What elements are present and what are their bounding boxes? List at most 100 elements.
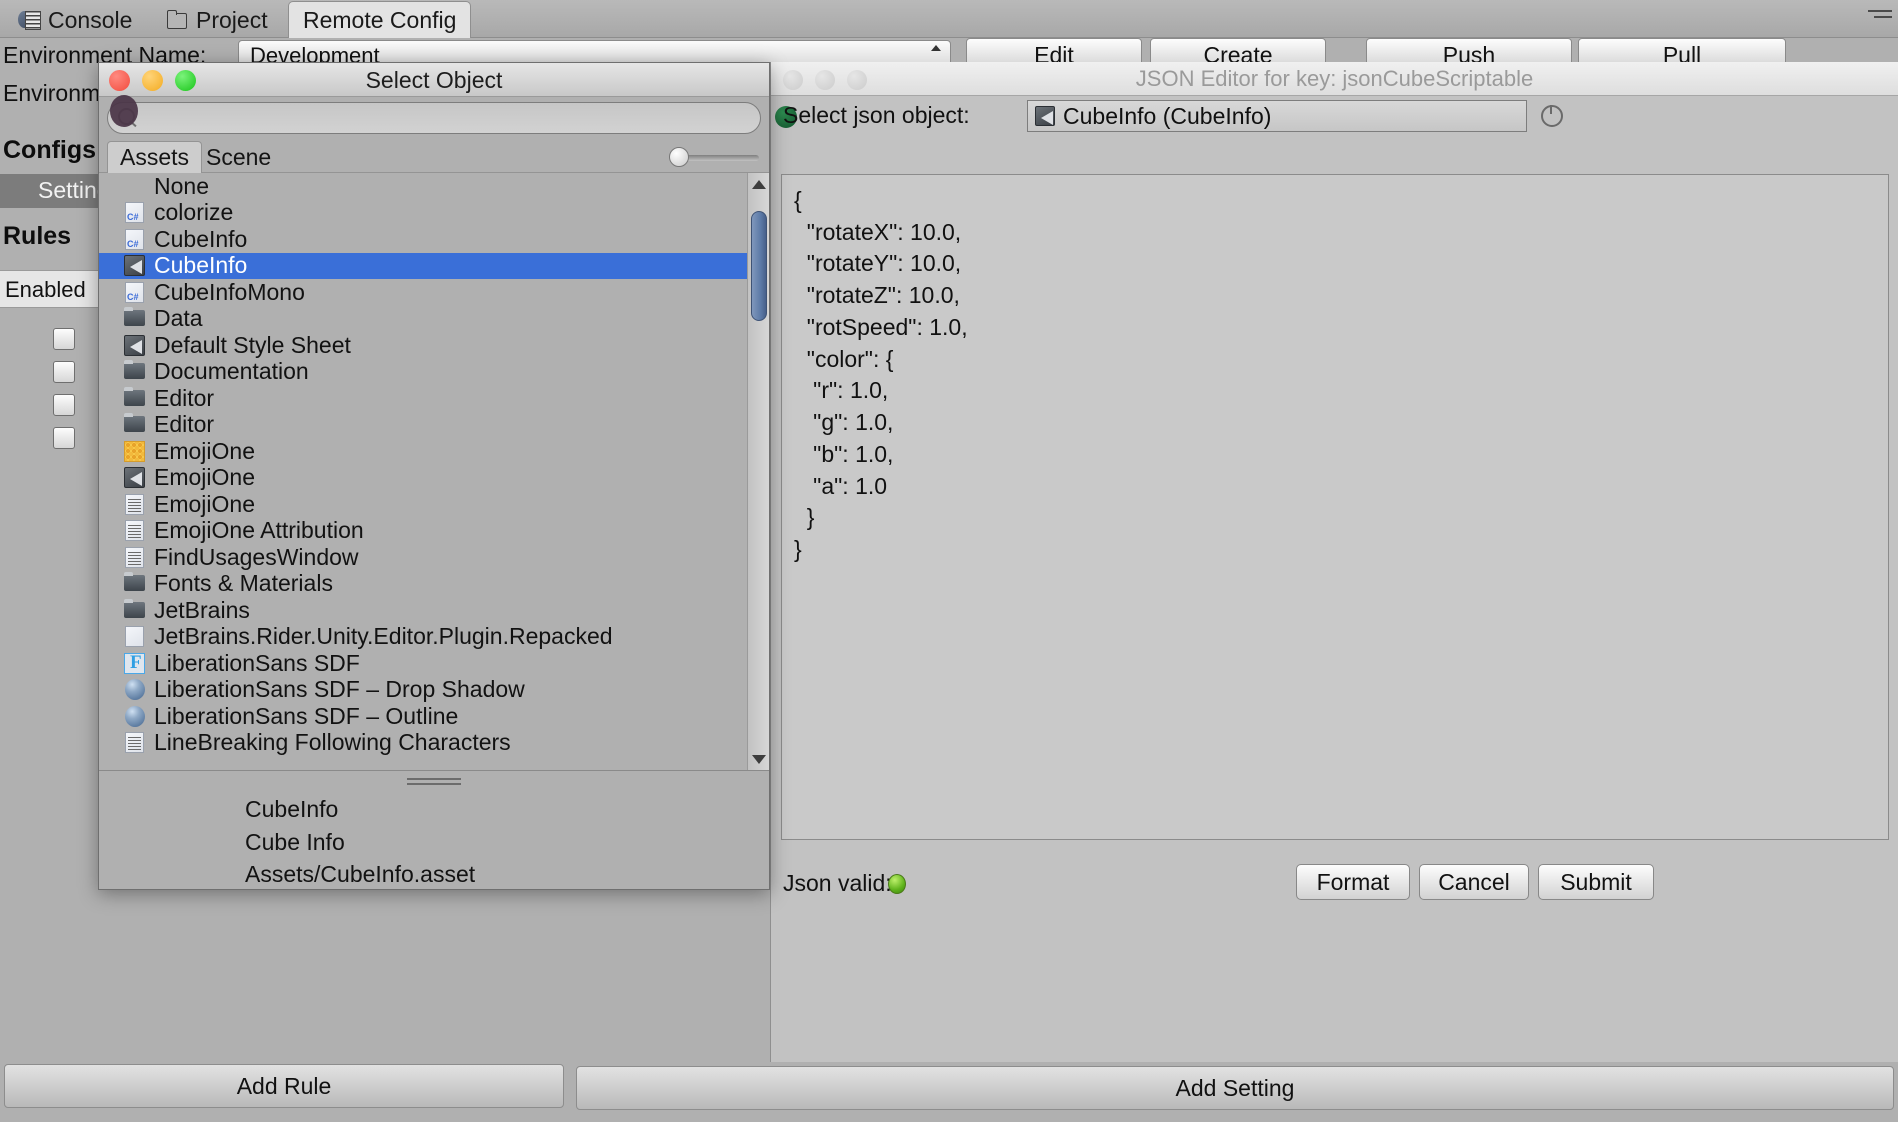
- list-item-label: LineBreaking Following Characters: [154, 729, 511, 756]
- json-content-textarea[interactable]: { "rotateX": 10.0, "rotateY": 10.0, "rot…: [781, 174, 1889, 840]
- tab-remote-config-label: Remote Config: [303, 7, 456, 34]
- rules-table-header: Enabled: [0, 270, 98, 308]
- cancel-button[interactable]: Cancel: [1419, 864, 1529, 900]
- list-item[interactable]: JetBrains: [99, 597, 747, 624]
- list-item[interactable]: colorize: [99, 200, 747, 227]
- list-item[interactable]: EmojiOne Attribution: [99, 518, 747, 545]
- list-item[interactable]: EmojiOne: [99, 491, 747, 518]
- tab-remote-config[interactable]: Remote Config: [288, 1, 471, 38]
- list-item[interactable]: LiberationSans SDF: [99, 650, 747, 677]
- list-item[interactable]: EmojiOne: [99, 438, 747, 465]
- folder-icon: [123, 387, 146, 410]
- scrollbar-thumb[interactable]: [751, 211, 767, 321]
- tab-assets[interactable]: Assets: [107, 141, 202, 173]
- list-item[interactable]: LiberationSans SDF – Drop Shadow: [99, 677, 747, 704]
- csharp-script-icon: [123, 228, 146, 251]
- asset-list[interactable]: NonecolorizeCubeInfoCubeInfoCubeInfoMono…: [99, 173, 747, 770]
- list-item[interactable]: CubeInfo: [99, 226, 747, 253]
- table-row[interactable]: [0, 357, 98, 389]
- rule-enabled-checkbox[interactable]: [53, 394, 75, 416]
- text-file-icon: [123, 546, 146, 569]
- resize-grip-icon[interactable]: [407, 778, 461, 786]
- tab-project-label: Project: [196, 7, 268, 34]
- select-object-titlebar: Select Object: [99, 63, 769, 97]
- add-rule-button[interactable]: Add Rule: [4, 1064, 564, 1108]
- preview-details: CubeInfo Cube Info Assets/CubeInfo.asset: [245, 793, 475, 890]
- list-item-label: EmojiOne Attribution: [154, 517, 364, 544]
- slider-knob[interactable]: [669, 147, 689, 167]
- folder-icon: [166, 9, 188, 31]
- json-valid-status-led: [888, 874, 906, 894]
- rule-enabled-checkbox[interactable]: [53, 427, 75, 449]
- tab-scene[interactable]: Scene: [194, 141, 283, 173]
- search-input[interactable]: [107, 102, 761, 134]
- rule-enabled-checkbox[interactable]: [53, 328, 75, 350]
- list-item[interactable]: Documentation: [99, 359, 747, 386]
- mouse-cursor: [110, 95, 138, 127]
- preview-asset-type: Cube Info: [245, 826, 475, 859]
- tab-assets-label: Assets: [120, 144, 189, 171]
- thumbnail-size-slider[interactable]: [669, 147, 759, 167]
- scroll-down-arrow-icon[interactable]: [748, 749, 769, 769]
- tab-console-label: Console: [48, 7, 132, 34]
- list-item[interactable]: LiberationSans SDF – Outline: [99, 703, 747, 730]
- scroll-up-arrow-icon[interactable]: [748, 174, 769, 194]
- unity-asset-icon: [123, 466, 146, 489]
- asset-scene-tabs: Assets Scene: [99, 141, 769, 173]
- rule-enabled-checkbox[interactable]: [53, 361, 75, 383]
- table-row[interactable]: [0, 423, 98, 455]
- list-item-label: EmojiOne: [154, 438, 255, 465]
- list-item[interactable]: Editor: [99, 412, 747, 439]
- list-item[interactable]: LineBreaking Following Characters: [99, 730, 747, 757]
- list-item[interactable]: Data: [99, 306, 747, 333]
- list-item[interactable]: EmojiOne: [99, 465, 747, 492]
- text-file-icon: [123, 519, 146, 542]
- list-item[interactable]: Default Style Sheet: [99, 332, 747, 359]
- list-item[interactable]: CubeInfoMono: [99, 279, 747, 306]
- add-setting-button[interactable]: Add Setting: [576, 1066, 1894, 1110]
- list-item[interactable]: JetBrains.Rider.Unity.Editor.Plugin.Repa…: [99, 624, 747, 651]
- list-item-label: Editor: [154, 411, 214, 438]
- json-editor-titlebar: JSON Editor for key: jsonCubeScriptable: [771, 62, 1898, 96]
- list-item-label: FindUsagesWindow: [154, 544, 359, 571]
- settings-row[interactable]: Settings: [0, 174, 98, 208]
- material-icon: [123, 705, 146, 728]
- table-row[interactable]: [0, 324, 98, 356]
- list-item-label: Data: [154, 305, 203, 332]
- select-json-object-label: Select json object:: [783, 102, 970, 129]
- json-editor-title: JSON Editor for key: jsonCubeScriptable: [771, 66, 1898, 92]
- json-object-field[interactable]: CubeInfo (CubeInfo): [1027, 100, 1527, 132]
- unity-asset-icon: [123, 254, 146, 277]
- list-item-label: LiberationSans SDF – Outline: [154, 703, 458, 730]
- tab-console[interactable]: Console: [4, 2, 146, 38]
- folder-icon: [123, 360, 146, 383]
- folder-icon: [123, 307, 146, 330]
- csharp-script-icon: [123, 281, 146, 304]
- list-item-label: EmojiOne: [154, 491, 255, 518]
- search-row: [99, 97, 769, 139]
- list-item[interactable]: Editor: [99, 385, 747, 412]
- asset-list-container: NonecolorizeCubeInfoCubeInfoCubeInfoMono…: [99, 173, 769, 771]
- clear-circle-icon[interactable]: [1541, 105, 1563, 127]
- folder-icon: [123, 413, 146, 436]
- hamburger-menu-icon[interactable]: [1868, 10, 1892, 26]
- format-button[interactable]: Format: [1296, 864, 1410, 900]
- list-item[interactable]: Fonts & Materials: [99, 571, 747, 598]
- list-item-label: CubeInfo: [154, 252, 247, 279]
- submit-button[interactable]: Submit: [1538, 864, 1654, 900]
- text-file-icon: [123, 731, 146, 754]
- list-item[interactable]: None: [99, 173, 747, 200]
- list-item[interactable]: CubeInfo: [99, 253, 747, 280]
- asset-list-scrollbar[interactable]: [747, 173, 769, 770]
- tab-project[interactable]: Project: [152, 2, 282, 38]
- table-row[interactable]: [0, 390, 98, 422]
- list-item-label: EmojiOne: [154, 464, 255, 491]
- material-icon: [123, 678, 146, 701]
- list-item-label: Fonts & Materials: [154, 570, 333, 597]
- asset-preview-pane: CubeInfo Cube Info Assets/CubeInfo.asset: [99, 771, 769, 890]
- json-editor-footer: Json valid: Format Cancel Submit: [771, 852, 1898, 948]
- plain-file-icon: [123, 625, 146, 648]
- list-item[interactable]: FindUsagesWindow: [99, 544, 747, 571]
- font-asset-icon: [123, 652, 146, 675]
- list-item-label: Documentation: [154, 358, 309, 385]
